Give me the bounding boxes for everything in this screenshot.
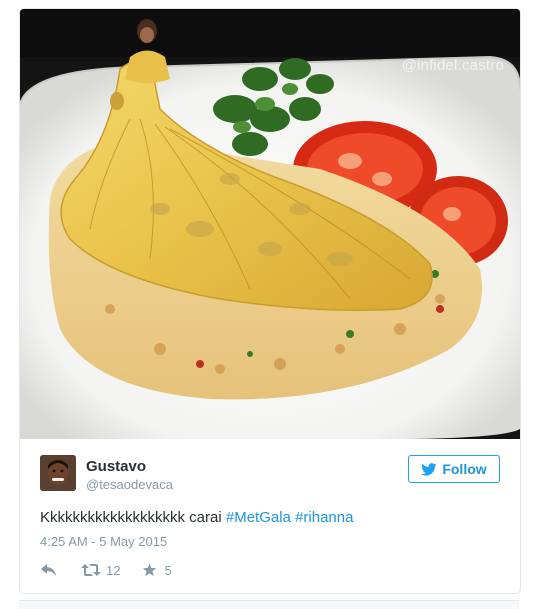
reply-icon [41, 564, 56, 576]
tweet-actions: 12 5 [40, 561, 172, 579]
user-photo-icon [40, 455, 76, 491]
avatar[interactable] [40, 455, 76, 491]
retweet-count: 12 [106, 562, 121, 578]
follow-label: Follow [442, 461, 487, 477]
hashtag-rihanna[interactable]: #rihanna [295, 509, 353, 526]
star-icon [143, 563, 157, 577]
author-name[interactable]: Gustavo [86, 458, 146, 475]
tweet-timestamp[interactable]: 4:25 AM - 5 May 2015 [40, 534, 167, 549]
retweet-button[interactable]: 12 [81, 563, 120, 578]
tweet-header: Gustavo @tesaodevaca Follow [40, 455, 500, 495]
author-handle[interactable]: @tesaodevaca [86, 477, 173, 492]
follow-button[interactable]: Follow [408, 455, 500, 483]
hashtag-metgala[interactable]: #MetGala [226, 509, 291, 526]
bird-icon [421, 462, 437, 476]
like-count: 5 [164, 562, 172, 578]
tweet-text: Kkkkkkkkkkkkkkkkkkk carai #MetGala #riha… [40, 509, 353, 526]
media-watermark: @infidel.castro [401, 57, 504, 74]
tweet-text-body: Kkkkkkkkkkkkkkkkkkk carai [40, 509, 226, 526]
retweet-icon [81, 564, 101, 576]
tweet-card: @infidel.castro Gustavo @tesaodevaca Fol… [19, 8, 521, 594]
like-button[interactable]: 5 [142, 562, 172, 578]
reply-button[interactable] [40, 563, 57, 577]
tweet-media[interactable]: @infidel.castro [20, 9, 520, 439]
